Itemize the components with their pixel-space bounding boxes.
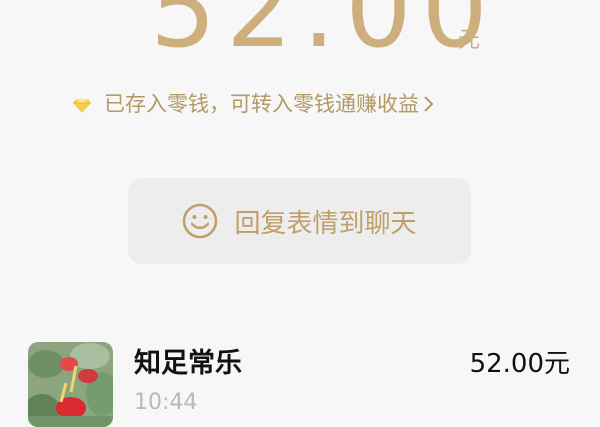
chevron-right-icon [423,94,435,112]
avatar [28,342,113,427]
smile-icon [182,203,218,239]
received-amount-section: 52.00 元 [0,0,600,70]
receipt-time: 10:44 [134,390,198,415]
diamond-icon [72,95,92,113]
reply-button-label: 回复表情到聊天 [234,208,417,239]
change-notice-link[interactable]: 已存入零钱，可转入零钱通赚收益 [72,90,435,116]
notice-text: 已存入零钱，可转入零钱通赚收益 [104,92,419,116]
reply-sticker-button[interactable]: 回复表情到聊天 [128,178,471,264]
received-amount: 52.00 [150,0,498,71]
receipt-record: 知足常乐 10:44 52.00元 [0,330,600,427]
amount-unit: 元 [458,28,481,53]
sender-name: 知足常乐 [134,348,242,379]
record-amount: 52.00元 [469,349,570,379]
